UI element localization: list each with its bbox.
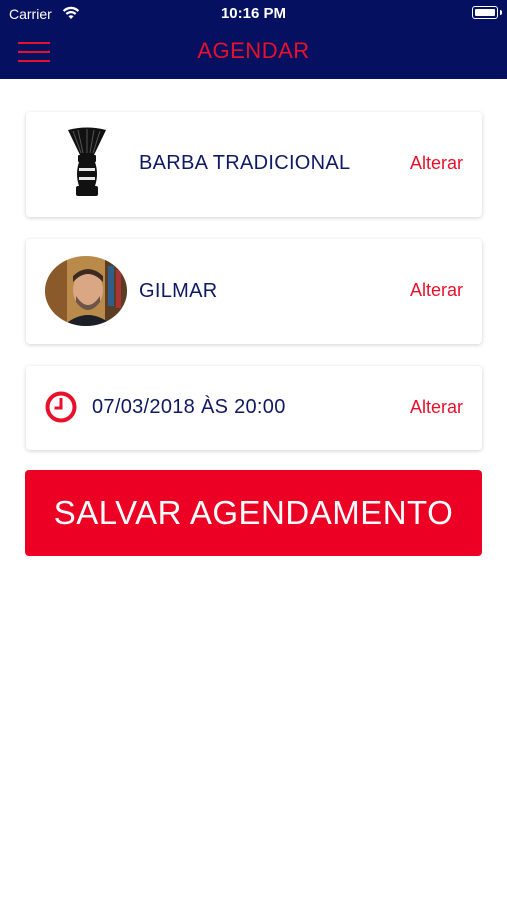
schedule-datetime: 07/03/2018 ÀS 20:00 bbox=[92, 396, 286, 418]
change-service-link[interactable]: Alterar bbox=[410, 153, 463, 174]
status-time: 10:16 PM bbox=[220, 5, 287, 22]
service-name: BARBA TRADICIONAL bbox=[139, 152, 351, 174]
barber-avatar bbox=[45, 256, 127, 331]
header: Carrier 10:16 PM AGENDAR bbox=[0, 0, 507, 79]
clock-icon bbox=[45, 391, 77, 428]
shaving-brush-icon bbox=[64, 127, 110, 204]
status-bar: Carrier 10:16 PM bbox=[0, 0, 507, 28]
nav-bar: AGENDAR bbox=[0, 28, 507, 79]
save-appointment-button[interactable]: SALVAR AGENDAMENTO bbox=[25, 470, 482, 556]
page-title: AGENDAR bbox=[197, 38, 310, 63]
change-datetime-link[interactable]: Alterar bbox=[410, 397, 463, 418]
barber-card: GILMAR Alterar bbox=[26, 239, 482, 344]
battery-icon bbox=[472, 6, 502, 19]
barber-name: GILMAR bbox=[139, 280, 218, 302]
service-card: BARBA TRADICIONAL Alterar bbox=[26, 112, 482, 217]
datetime-card: 07/03/2018 ÀS 20:00 Alterar bbox=[26, 366, 482, 450]
change-barber-link[interactable]: Alterar bbox=[410, 280, 463, 301]
